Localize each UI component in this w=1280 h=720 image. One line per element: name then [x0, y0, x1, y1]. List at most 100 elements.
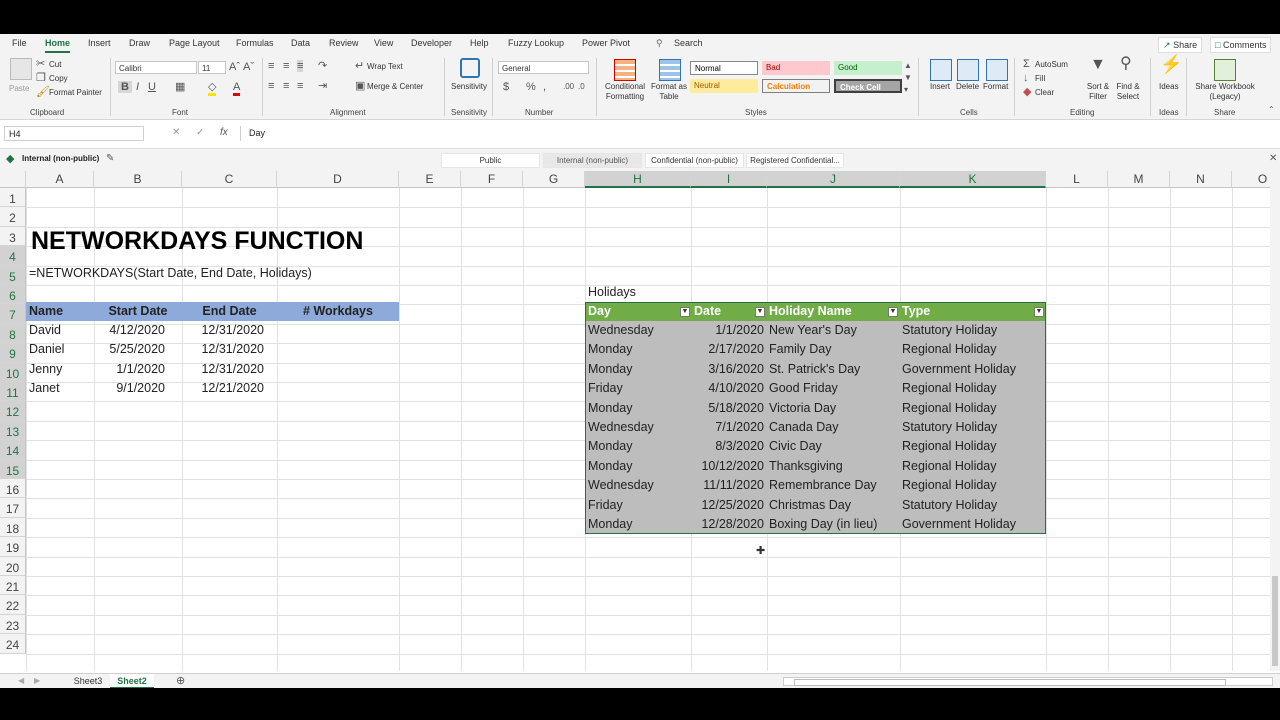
merge-center-button[interactable]: Merge & Center — [367, 82, 423, 91]
holiday-day[interactable]: Monday — [588, 437, 688, 456]
holiday-date[interactable]: 2/17/2020 — [691, 340, 764, 359]
holiday-date[interactable]: 12/28/2020 — [691, 515, 764, 534]
orientation-icon[interactable]: ↷ — [318, 60, 327, 72]
row-header[interactable]: 18 — [0, 517, 26, 538]
holiday-day[interactable]: Wednesday — [588, 418, 688, 437]
comma-icon[interactable]: , — [543, 81, 546, 93]
column-header[interactable]: J — [767, 171, 900, 188]
tab-home[interactable]: Home — [45, 38, 71, 53]
header-name[interactable]: Name — [29, 302, 63, 321]
next-sheet-icon[interactable]: ▶ — [34, 675, 40, 687]
row-header[interactable]: 1 — [0, 188, 26, 208]
add-sheet-icon[interactable]: ⊕ — [176, 675, 185, 687]
align-top-icon[interactable]: ≡ — [268, 60, 274, 72]
end-date[interactable]: 12/31/2020 — [182, 360, 264, 379]
row-header[interactable]: 24 — [0, 634, 26, 654]
holiday-type[interactable]: Regional Holiday — [902, 340, 1042, 359]
tab-help[interactable]: Help — [470, 38, 489, 48]
align-bottom-icon[interactable]: ≡ — [297, 60, 304, 72]
insert-cells-button[interactable]: Insert — [930, 82, 950, 91]
row-header[interactable]: 15 — [0, 459, 26, 479]
row-header[interactable]: 21 — [0, 576, 26, 596]
sort-filter-button[interactable]: Sort & Filter — [1084, 82, 1112, 102]
column-header[interactable]: E — [399, 171, 461, 188]
tab-view[interactable]: View — [374, 38, 393, 48]
column-header[interactable]: B — [94, 171, 182, 188]
row-header[interactable]: 22 — [0, 595, 26, 615]
tab-data[interactable]: Data — [291, 38, 310, 48]
end-date[interactable]: 12/31/2020 — [182, 321, 264, 340]
start-date[interactable]: 9/1/2020 — [94, 379, 165, 398]
insert-function-icon[interactable]: fx — [220, 127, 228, 138]
holiday-name[interactable]: Victoria Day — [769, 399, 897, 418]
holiday-type[interactable]: Regional Holiday — [902, 437, 1042, 456]
row-header[interactable]: 19 — [0, 537, 26, 557]
borders-icon[interactable]: ▦ — [175, 81, 185, 93]
start-date[interactable]: 5/25/2020 — [94, 340, 165, 359]
row-header[interactable]: 14 — [0, 440, 26, 460]
ideas-button[interactable]: Ideas — [1159, 82, 1179, 91]
holiday-type[interactable]: Statutory Holiday — [902, 496, 1042, 515]
collapse-ribbon-icon[interactable]: ⌃ — [1268, 104, 1275, 116]
italic-icon[interactable]: I — [136, 81, 139, 93]
fill-color-icon[interactable]: ◇ — [208, 81, 217, 96]
sensitivity-option-confidential[interactable]: Confidential (non-public) — [645, 153, 744, 168]
holiday-type[interactable]: Regional Holiday — [902, 476, 1042, 495]
holiday-name[interactable]: St. Patrick's Day — [769, 360, 897, 379]
holiday-name[interactable]: Civic Day — [769, 437, 897, 456]
underline-icon[interactable]: U — [148, 81, 156, 93]
tab-file[interactable]: File — [12, 38, 27, 48]
filter-dropdown-icon[interactable]: ▼ — [680, 307, 690, 317]
conditional-formatting-button[interactable]: Conditional Formatting — [602, 82, 648, 102]
align-center-icon[interactable]: ≡ — [283, 80, 289, 92]
row-header[interactable]: 9 — [0, 343, 26, 363]
close-icon[interactable]: ✕ — [1269, 153, 1277, 165]
sheet-tab-sheet2[interactable]: Sheet2 — [110, 674, 154, 688]
row-header[interactable]: 16 — [0, 479, 26, 499]
holidays-label[interactable]: Holidays — [588, 283, 636, 302]
start-date[interactable]: 4/12/2020 — [94, 321, 165, 340]
styles-scroll-down-icon[interactable]: ▼ — [904, 72, 912, 84]
holiday-date[interactable]: 10/12/2020 — [691, 457, 764, 476]
row-header[interactable]: 7 — [0, 304, 26, 324]
prev-sheet-icon[interactable]: ◀ — [18, 675, 24, 687]
copy-button[interactable]: Copy — [49, 74, 68, 83]
worksheet-grid[interactable]: A B C D E F G H I J K L M N O 1234567891… — [0, 171, 1270, 671]
employee-name[interactable]: David — [29, 321, 89, 340]
font-name-select[interactable]: Calibri — [115, 61, 197, 74]
end-date[interactable]: 12/31/2020 — [182, 340, 264, 359]
delete-cells-button[interactable]: Delete — [956, 82, 979, 91]
edit-pencil-icon[interactable]: ✎ — [106, 153, 114, 165]
holiday-name[interactable]: New Year's Day — [769, 321, 897, 340]
sensitivity-option-internal[interactable]: Internal (non-public) — [543, 153, 642, 168]
decrease-font-icon[interactable]: Aˇ — [243, 61, 254, 73]
column-header[interactable]: G — [523, 171, 585, 188]
style-neutral[interactable]: Neutral — [690, 79, 758, 93]
increase-font-icon[interactable]: Aˆ — [229, 61, 240, 73]
cancel-icon[interactable]: ✕ — [172, 127, 180, 138]
tab-power-pivot[interactable]: Power Pivot — [582, 38, 630, 48]
style-check-cell[interactable]: Check Cell — [834, 79, 902, 93]
holiday-day[interactable]: Wednesday — [588, 321, 688, 340]
sensitivity-option-public[interactable]: Public — [441, 153, 540, 168]
syntax-text[interactable]: =NETWORKDAYS(Start Date, End Date, Holid… — [29, 264, 312, 283]
currency-icon[interactable]: $ — [503, 81, 509, 93]
horizontal-scrollbar[interactable] — [783, 677, 1273, 686]
wrap-text-button[interactable]: Wrap Text — [367, 62, 403, 71]
holiday-date[interactable]: 12/25/2020 — [691, 496, 764, 515]
row-header[interactable]: 12 — [0, 401, 26, 421]
filter-dropdown-icon[interactable]: ▼ — [755, 307, 765, 317]
header-date[interactable]: Date — [694, 302, 721, 321]
paste-button[interactable]: Paste — [9, 84, 29, 93]
row-header[interactable]: 2 — [0, 207, 26, 227]
percent-icon[interactable]: % — [526, 81, 536, 93]
start-date[interactable]: 1/1/2020 — [94, 360, 165, 379]
filter-dropdown-icon[interactable]: ▼ — [1034, 307, 1044, 317]
holiday-type[interactable]: Government Holiday — [902, 360, 1042, 379]
font-size-select[interactable]: 11 — [198, 61, 226, 74]
style-calculation[interactable]: Calculation — [762, 79, 830, 93]
align-left-icon[interactable]: ≡ — [268, 80, 274, 92]
holiday-name[interactable]: Canada Day — [769, 418, 897, 437]
row-header[interactable]: 11 — [0, 382, 26, 402]
holiday-day[interactable]: Monday — [588, 399, 688, 418]
